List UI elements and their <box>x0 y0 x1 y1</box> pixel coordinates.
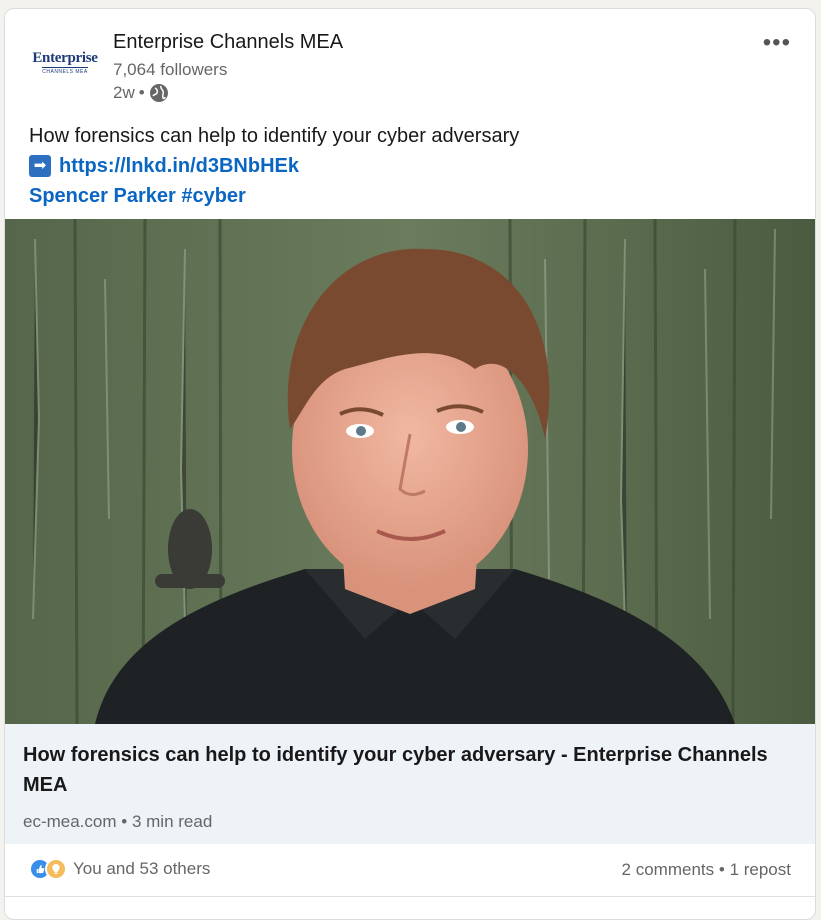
article-preview[interactable]: How forensics can help to identify your … <box>5 724 815 844</box>
reposts-count[interactable]: 1 repost <box>730 860 791 879</box>
more-options-icon[interactable]: ••• <box>763 29 791 57</box>
post-link[interactable]: https://lnkd.in/d3BNbHEk <box>59 151 299 181</box>
logo-text: Enterprise <box>32 50 98 66</box>
logo-subtext: CHANNELS MEA <box>42 67 88 75</box>
post-card: Enterprise CHANNELS MEA Enterprise Chann… <box>4 8 816 920</box>
hashtag-link[interactable]: #cyber <box>181 185 246 207</box>
post-tags-line: Spencer Parker #cyber <box>29 181 789 211</box>
org-name[interactable]: Enterprise Channels MEA <box>113 31 343 54</box>
idea-icon <box>45 858 67 880</box>
meta-separator: • <box>138 83 145 102</box>
post-header: Enterprise CHANNELS MEA Enterprise Chann… <box>5 9 815 119</box>
article-photo <box>5 219 815 724</box>
article-source: ec-mea.com • 3 min read <box>23 812 212 832</box>
comments-count[interactable]: 2 comments <box>622 860 715 879</box>
globe-icon <box>149 84 168 102</box>
article-domain: ec-mea.com <box>23 812 117 831</box>
arrow-right-icon: ➡ <box>29 155 51 177</box>
follower-count: 7,064 followers <box>113 60 228 79</box>
post-link-line: ➡ https://lnkd.in/d3BNbHEk <box>29 151 789 181</box>
mention-link[interactable]: Spencer Parker <box>29 185 176 207</box>
source-separator: • <box>121 812 132 831</box>
article-image[interactable] <box>5 219 815 724</box>
post-text-line: How forensics can help to identify your … <box>29 125 520 147</box>
engagement-separator: • <box>718 860 730 879</box>
reactions-summary[interactable]: You and 53 others <box>29 858 210 880</box>
company-logo[interactable]: Enterprise CHANNELS MEA <box>27 41 103 85</box>
post-meta: 2w • <box>113 83 169 103</box>
reaction-count-text: You and 53 others <box>73 859 211 878</box>
post-time: 2w <box>113 83 135 102</box>
article-title[interactable]: How forensics can help to identify your … <box>23 740 793 800</box>
post-body: How forensics can help to identify your … <box>29 121 789 211</box>
engagement-counts: 2 comments • 1 repost <box>622 860 791 880</box>
article-read-time: 3 min read <box>131 812 213 831</box>
social-counts: You and 53 others 2 comments • 1 repost <box>5 844 815 897</box>
